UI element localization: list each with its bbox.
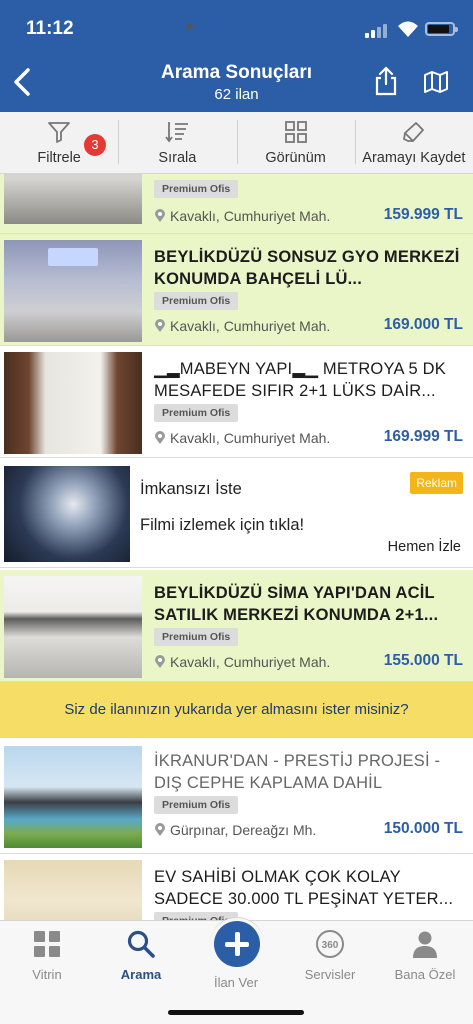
premium-tag: Premium Ofis xyxy=(154,180,239,198)
location-arrow-icon: ➤ xyxy=(184,18,196,34)
location-text: Gürpınar, Dereağzı Mh. xyxy=(170,822,317,838)
funnel-icon xyxy=(48,122,71,143)
tab-bana-ozel[interactable]: Bana Özel xyxy=(378,929,472,982)
view-button[interactable]: Görünüm xyxy=(236,112,355,173)
save-search-button[interactable]: Aramayı Kaydet xyxy=(354,112,473,173)
home-indicator xyxy=(168,1010,304,1015)
listing-item[interactable]: EV SAHİBİ OLMAK ÇOK KOLAY SADECE 30.000 … xyxy=(0,854,473,920)
ad-card[interactable]: İmkansızı İste Filmi izlemek için tıkla!… xyxy=(0,460,473,568)
listing-photo xyxy=(4,576,142,678)
grid-icon xyxy=(34,931,60,957)
listing-photo xyxy=(4,860,142,920)
tab-ilan-ver[interactable]: İlan Ver xyxy=(189,917,283,990)
listing-price: 159.999 TL xyxy=(383,206,463,223)
listing-item[interactable]: BEYLİKDÜZÜ SİMA YAPI'DAN ACİL SATILIK ME… xyxy=(0,570,473,682)
listing-item[interactable]: İKRANUR'DAN - PRESTİJ PROJESİ - DIŞ CEPH… xyxy=(0,738,473,854)
filter-button[interactable]: Filtrele 3 xyxy=(0,112,118,173)
filter-count-badge: 3 xyxy=(84,134,106,156)
tab-label: Vitrin xyxy=(32,967,62,982)
tab-label: Arama xyxy=(120,967,162,982)
tab-label: Bana Özel xyxy=(394,967,456,982)
listing-price: 155.000 TL xyxy=(383,652,463,669)
360-icon: 360 xyxy=(316,930,344,958)
sort-button[interactable]: Sırala xyxy=(118,112,236,173)
premium-tag: Premium Ofis xyxy=(154,404,239,422)
listing-title: EV SAHİBİ OLMAK ÇOK KOLAY SADECE 30.000 … xyxy=(154,868,454,908)
map-icon[interactable] xyxy=(423,70,449,94)
tab-arama[interactable]: Arama xyxy=(94,929,188,982)
search-icon xyxy=(127,930,155,958)
listing-photo xyxy=(4,352,142,454)
ad-title: İmkansızı İste xyxy=(140,480,242,498)
listing-location: Kavaklı, Cumhuriyet Mah. xyxy=(154,208,330,224)
app-header: 11:12 ➤ Arama Sonuçları 62 ilan xyxy=(0,0,473,112)
listing-location: Kavaklı, Cumhuriyet Mah. xyxy=(154,318,330,334)
listing-title: ▁▂MABEYN YAPI▂▁ METROYA 5 DK MESAFEDE SI… xyxy=(154,360,447,400)
battery-icon xyxy=(425,22,458,36)
cellular-signal-icon xyxy=(365,24,387,38)
status-time-text: 11:12 xyxy=(26,18,74,39)
page-title: Arama Sonuçları xyxy=(161,62,312,83)
view-label: Görünüm xyxy=(265,150,326,166)
location-text: Kavaklı, Cumhuriyet Mah. xyxy=(170,208,331,224)
tab-label: Servisler xyxy=(304,967,356,982)
listing-title: BEYLİKDÜZÜ SİMA YAPI'DAN ACİL SATILIK ME… xyxy=(154,584,439,624)
filter-toolbar: Filtrele 3 Sırala Görünüm Aramayı Kaydet xyxy=(0,112,473,174)
nav-title: Arama Sonuçları 62 ilan xyxy=(0,62,473,103)
tab-servisler[interactable]: 360 Servisler xyxy=(283,929,377,982)
grid-view-icon xyxy=(284,121,307,143)
premium-tag: Premium Ofis xyxy=(154,628,239,646)
tab-label: İlan Ver xyxy=(213,975,259,990)
listing-title: BEYLİKDÜZÜ SONSUZ GYO MERKEZİ KONUMDA BA… xyxy=(154,248,460,288)
tab-bar: Vitrin Arama İlan Ver 360 Servisler Bana… xyxy=(0,917,473,1024)
location-pin-icon xyxy=(155,823,165,836)
sort-icon xyxy=(165,122,189,143)
premium-tag: Premium Ofis xyxy=(154,292,239,310)
location-text: Kavaklı, Cumhuriyet Mah. xyxy=(170,318,331,334)
premium-tag: Premium Ofis xyxy=(154,796,239,814)
svg-text:360: 360 xyxy=(322,940,339,951)
listing-location: Kavaklı, Cumhuriyet Mah. xyxy=(154,654,330,670)
location-pin-icon xyxy=(155,209,165,222)
megaphone-icon xyxy=(402,122,424,142)
sort-label: Sırala xyxy=(158,150,197,166)
promo-banner[interactable]: Siz de ilanınızın yukarıda yer almasını … xyxy=(0,682,473,738)
listing-list[interactable]: Premium Ofis Kavaklı, Cumhuriyet Mah. 15… xyxy=(0,174,473,920)
listing-location: Gürpınar, Dereağzı Mh. xyxy=(154,822,316,838)
listing-title: İKRANUR'DAN - PRESTİJ PROJESİ - DIŞ CEPH… xyxy=(154,752,441,792)
listing-item[interactable]: Premium Ofis Kavaklı, Cumhuriyet Mah. 15… xyxy=(0,174,473,234)
listing-item[interactable]: BEYLİKDÜZÜ SONSUZ GYO MERKEZİ KONUMDA BA… xyxy=(0,234,473,346)
listing-photo xyxy=(4,746,142,848)
plus-icon xyxy=(214,921,260,967)
ad-image xyxy=(4,466,130,562)
listing-price: 169.999 TL xyxy=(383,428,463,445)
ad-badge: Reklam xyxy=(410,472,463,494)
share-icon[interactable] xyxy=(373,66,399,96)
location-text: Kavaklı, Cumhuriyet Mah. xyxy=(170,654,331,670)
ad-cta-button[interactable]: Hemen İzle xyxy=(388,539,461,555)
location-text: Kavaklı, Cumhuriyet Mah. xyxy=(170,430,331,446)
tab-vitrin[interactable]: Vitrin xyxy=(0,929,94,982)
location-pin-icon xyxy=(155,319,165,332)
person-icon xyxy=(413,931,437,958)
result-count: 62 ilan xyxy=(214,86,259,103)
listing-item[interactable]: ▁▂MABEYN YAPI▂▁ METROYA 5 DK MESAFEDE SI… xyxy=(0,346,473,458)
listing-photo xyxy=(4,240,142,342)
location-pin-icon xyxy=(155,655,165,668)
ad-subtitle: Filmi izlemek için tıkla! xyxy=(140,516,305,534)
save-search-label: Aramayı Kaydet xyxy=(362,150,466,166)
listing-location: Kavaklı, Cumhuriyet Mah. xyxy=(154,430,330,446)
status-bar: 11:12 ➤ xyxy=(0,0,473,56)
status-time: 11:12 ➤ xyxy=(26,18,196,40)
wifi-icon xyxy=(398,21,418,37)
location-pin-icon xyxy=(155,431,165,444)
listing-price: 150.000 TL xyxy=(383,820,463,837)
listing-photo xyxy=(4,174,142,224)
listing-price: 169.000 TL xyxy=(383,316,463,333)
